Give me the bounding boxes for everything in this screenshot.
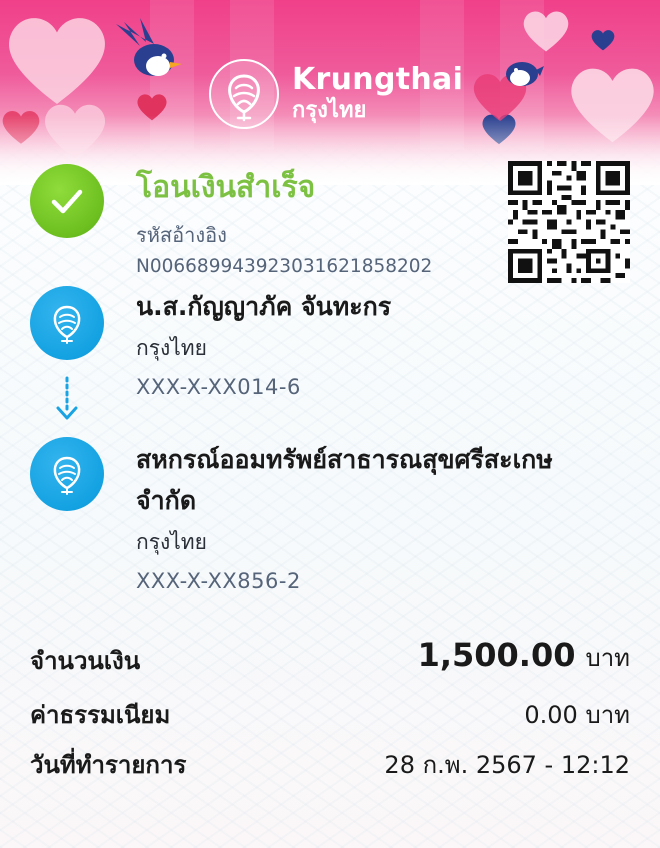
- qr-code-icon[interactable]: [508, 161, 630, 283]
- reference-label: รหัสอ้างอิง: [136, 223, 227, 247]
- fee-value: 0.00 บาท: [524, 701, 630, 729]
- date-label: วันที่ทำรายการ: [30, 751, 187, 779]
- brand-header: Krungthai กรุงไทย: [208, 58, 463, 130]
- sender-account: XXX-X-XX014-6: [136, 375, 301, 399]
- krungthai-bird-icon: [53, 456, 81, 495]
- amount-value-row: 1,500.00 บาท: [418, 638, 630, 675]
- amount-unit: บาท: [585, 644, 630, 672]
- recipient-bank-icon: [30, 437, 104, 511]
- brand-name: Krungthai: [292, 62, 464, 97]
- heart-decoration: [9, 18, 105, 104]
- success-check-icon: [30, 164, 104, 238]
- sender-bank: กรุงไทย: [136, 336, 207, 360]
- recipient-name-line2: จำกัด: [136, 486, 197, 515]
- brand-name-thai: กรุงไทย: [292, 98, 367, 123]
- sender-name: น.ส.กัญญาภัค จันทะกร: [136, 292, 392, 321]
- heart-decoration: [523, 11, 569, 52]
- reference-number: N006689943923031621858202: [136, 256, 433, 277]
- date-value: 28 ก.พ. 2567 - 12:12: [384, 751, 630, 779]
- bird-mascot-icon: [116, 18, 182, 76]
- arrow-down-icon: [56, 376, 78, 420]
- recipient-bank: กรุงไทย: [136, 530, 207, 554]
- amount-label: จำนวนเงิน: [30, 647, 141, 675]
- heart-decoration: [591, 30, 615, 51]
- transfer-slip: Krungthai กรุงไทย โอนเงินสำเร็จ รหัสอ้าง…: [0, 0, 660, 848]
- header-banner: Krungthai กรุงไทย: [0, 0, 660, 185]
- sender-bank-icon: [30, 286, 104, 360]
- krungthai-bird-logo-icon: [209, 59, 279, 129]
- check-icon: [51, 189, 83, 214]
- krungthai-bird-icon: [53, 305, 81, 344]
- fee-label: ค่าธรรมเนียม: [30, 701, 171, 729]
- amount-value: 1,500.00: [417, 636, 576, 674]
- status-title: โอนเงินสำเร็จ: [136, 170, 316, 205]
- bird-mascot-icon: [506, 62, 544, 86]
- recipient-name-line1: สหกรณ์ออมทรัพย์สาธารณสุขศรีสะเกษ: [136, 445, 553, 474]
- recipient-account: XXX-X-XX856-2: [136, 569, 301, 593]
